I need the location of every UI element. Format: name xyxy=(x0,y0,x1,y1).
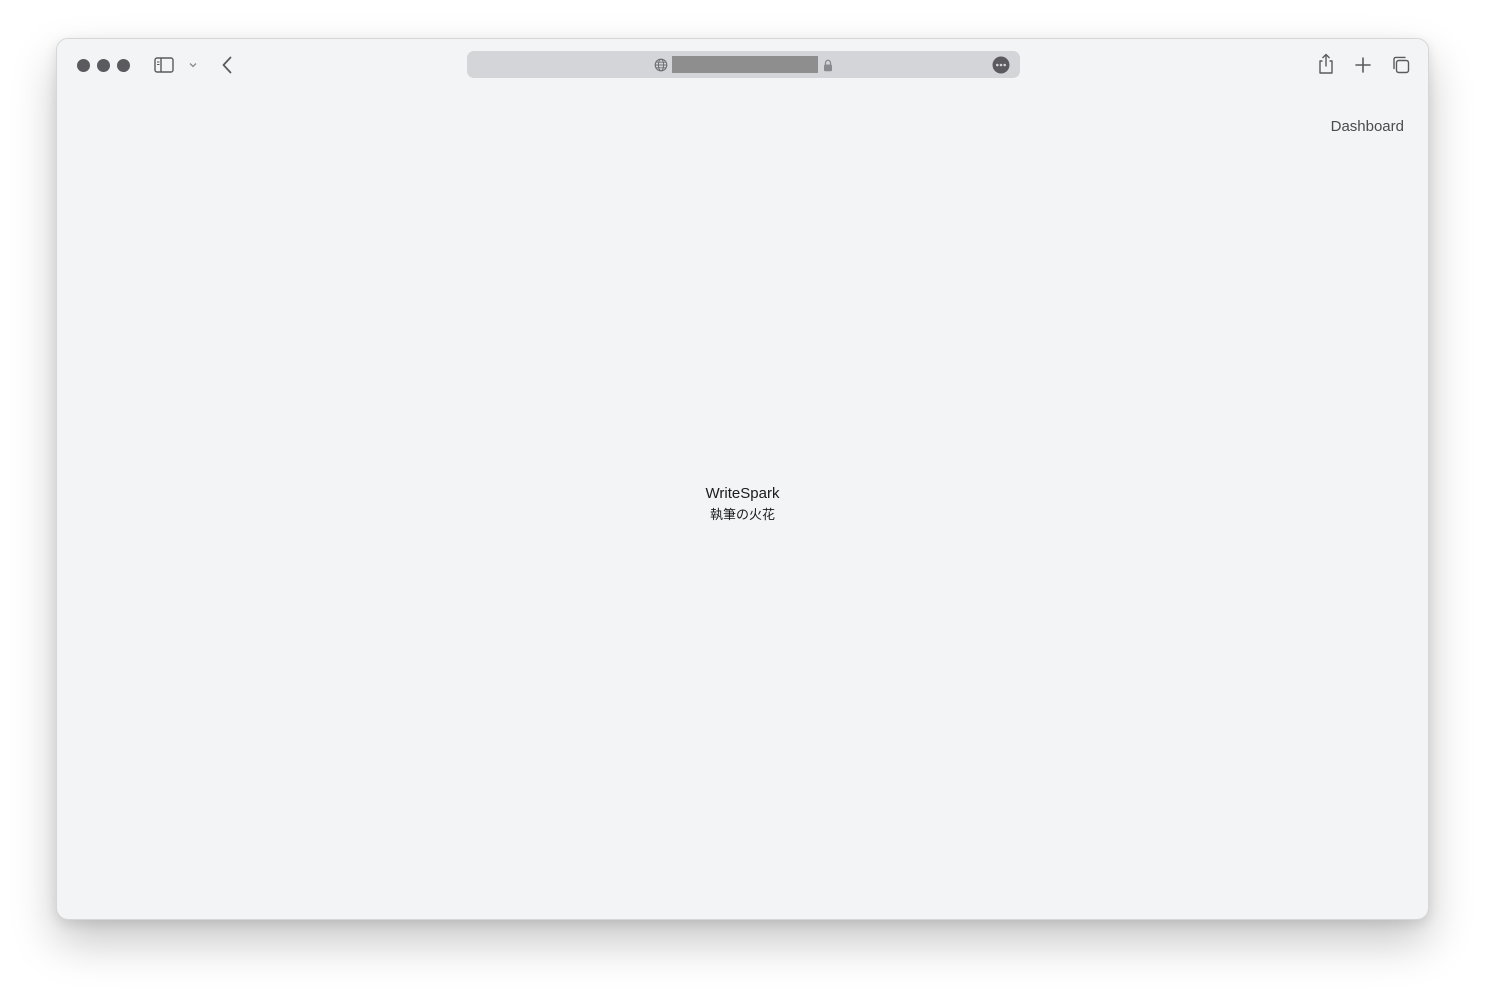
url-text[interactable] xyxy=(672,56,818,73)
dashboard-link[interactable]: Dashboard xyxy=(1331,118,1404,135)
browser-toolbar xyxy=(57,39,1428,91)
window-close-button[interactable] xyxy=(77,59,90,72)
brand-name: WriteSpark xyxy=(705,485,780,502)
share-icon[interactable] xyxy=(1315,52,1337,76)
brand-block: WriteSpark 執筆の火花 xyxy=(57,484,1428,526)
ellipsis-circle-icon[interactable] xyxy=(991,55,1011,75)
window-minimize-button[interactable] xyxy=(97,59,110,72)
back-arrow-icon[interactable] xyxy=(217,54,237,76)
sidebar-icon[interactable] xyxy=(153,55,175,75)
plus-icon[interactable] xyxy=(1353,55,1373,75)
address-bar[interactable] xyxy=(467,51,1020,78)
tabs-overview-icon[interactable] xyxy=(1390,54,1412,76)
chevron-down-icon[interactable] xyxy=(187,59,199,71)
lock-icon xyxy=(821,57,835,73)
browser-window: Dashboard WriteSpark 執筆の火花 xyxy=(56,38,1429,920)
brand-subtitle: 執筆の火花 xyxy=(709,507,775,522)
globe-icon xyxy=(653,57,669,73)
window-zoom-button[interactable] xyxy=(117,59,130,72)
